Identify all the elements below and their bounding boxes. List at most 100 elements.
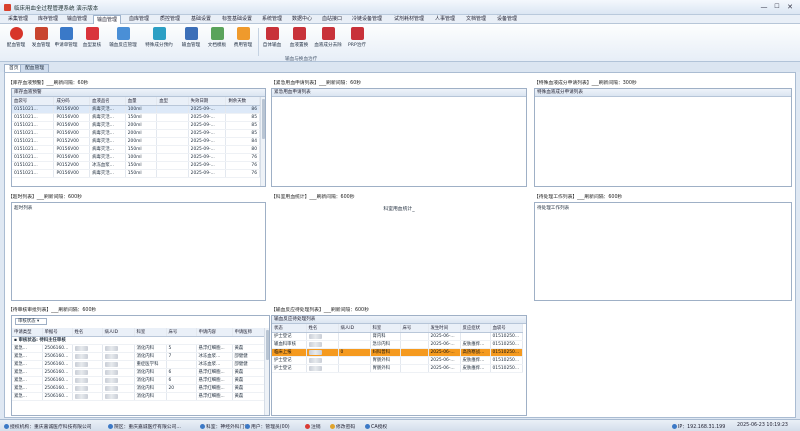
column-header[interactable]: 血型 <box>156 97 189 106</box>
menu-item[interactable]: 标签基础设置 <box>217 15 257 24</box>
table-row[interactable]: 0151021... P0152V00 病毒灭活... 200ml 2025-09-..… <box>12 137 260 146</box>
table-row[interactable]: 护士登记████ 肾内科 2025-06-... 01510250... <box>272 332 523 341</box>
table-row[interactable]: 0151021... P0156V00 病毒灭活... 200ml 2025-09-..… <box>12 121 260 130</box>
table-row[interactable]: 紧急...2506160...████████消化内科6悬浮红细胞...黄磊 <box>12 368 266 377</box>
menu-item[interactable]: 设备管理 <box>492 15 522 24</box>
column-header[interactable]: 病人ID <box>102 328 135 337</box>
column-header[interactable]: 姓名 <box>72 328 103 337</box>
table-row[interactable]: 紧急...2506160...████████消化内科20悬浮红细胞...黄磊 <box>12 384 266 393</box>
column-header[interactable]: 申请内容 <box>196 328 233 337</box>
document-icon <box>59 27 73 40</box>
component-removal-button[interactable]: 血液成分去除 <box>313 27 343 55</box>
tab-crossmatch[interactable]: 配血管理 <box>20 64 50 72</box>
table-row[interactable]: 0151021... P0156V00 病毒灭活... 150ml 2025-09-..… <box>12 145 260 154</box>
menu-item[interactable]: 冷链设备管理 <box>347 15 387 24</box>
table-row[interactable]: 0151021... P0156V00 病毒灭活... 150ml 2025-09-..… <box>12 169 260 178</box>
column-header[interactable]: 申请类型 <box>12 328 43 337</box>
crossmatch-button[interactable]: 配血管理 <box>4 27 28 55</box>
column-header[interactable]: 成分码 <box>53 97 91 106</box>
column-header[interactable]: 床号 <box>166 328 197 337</box>
menu-item[interactable]: 试剂耗材管理 <box>389 15 429 24</box>
table-cell: 80 <box>225 145 260 154</box>
table-row[interactable]: 0151021... P0156V00 病毒灭活... 150ml 2025-09-..… <box>12 113 260 122</box>
maximize-button[interactable]: ☐ <box>771 2 783 12</box>
transfusion-manage-button[interactable]: 输血管理 <box>179 27 203 55</box>
network-icon <box>672 424 677 429</box>
table-cell <box>156 153 189 162</box>
menu-item[interactable]: 人事管理 <box>430 15 460 24</box>
minimize-button[interactable]: — <box>758 2 770 12</box>
menu-item[interactable]: 血站接口 <box>318 15 346 24</box>
group-row[interactable]: ▪ 审核状态: 待科主任审核 <box>12 336 266 345</box>
table-cell: 84 <box>225 137 260 146</box>
column-header[interactable]: 血袋号 <box>12 97 55 106</box>
menu-item[interactable]: 采集管理 <box>4 15 32 24</box>
column-header[interactable]: 血液品名 <box>89 97 126 106</box>
column-header[interactable]: 状态 <box>272 324 307 333</box>
vertical-scrollbar[interactable] <box>260 97 265 186</box>
dispense-button[interactable]: 发血管理 <box>29 27 53 55</box>
special-component-button[interactable]: 特殊成分预约 <box>143 27 175 55</box>
column-header[interactable]: 血袋号 <box>490 324 523 333</box>
column-header[interactable]: 姓名 <box>306 324 339 333</box>
column-header[interactable]: 床号 <box>400 324 429 333</box>
table-cell: 0151021... <box>12 169 55 178</box>
column-header[interactable]: 失效日期 <box>188 97 227 106</box>
table-cell: ████ <box>72 384 103 393</box>
menu-item[interactable]: 血库管理 <box>124 15 154 24</box>
column-header[interactable]: 病人ID <box>338 324 371 333</box>
table-cell <box>156 145 189 154</box>
fee-manage-button[interactable]: 费用管理 <box>231 27 255 55</box>
ca-auth-link[interactable]: CA授权 <box>365 423 387 430</box>
blood-type-recheck-button[interactable]: 血型复核 <box>80 27 104 55</box>
table-row[interactable]: 紧急...2506160...████████消化内科悬浮红细胞...黄磊 <box>12 392 266 401</box>
collapse-icon[interactable]: ▪ <box>14 338 17 343</box>
table-row[interactable]: 0151021... P0156V00 病毒灭活... 100ml 2025-09-..… <box>12 153 260 162</box>
request-form-button[interactable]: 申请单管理 <box>54 27 78 55</box>
table-cell: 皮肤瘙痒... <box>460 356 491 365</box>
table-row[interactable]: 0151021... P0156V00 病毒灭活... 100ml 2025-09-..… <box>12 105 260 114</box>
vertical-scrollbar[interactable] <box>264 328 269 415</box>
doc-template-button[interactable]: 文档模板 <box>205 27 229 55</box>
close-button[interactable]: ✕ <box>784 2 796 12</box>
table-cell <box>166 392 197 401</box>
autologous-button[interactable]: 自体输血 <box>260 27 284 55</box>
table-row[interactable]: 紧急...2506160...████████消化内科6悬浮红细胞...黄磊 <box>12 376 266 385</box>
table-row[interactable]: 紧急...2506160...████████消化内科7冰冻血浆...卲健健 <box>12 352 266 361</box>
table-cell <box>156 169 189 178</box>
column-header[interactable]: 反应症状 <box>460 324 491 333</box>
prp-therapy-button[interactable]: PRP治疗 <box>345 27 369 55</box>
table-row[interactable]: 紧急...2506160...████████重症医学科冰冻血浆...卲健健 <box>12 360 266 369</box>
menu-item[interactable]: 文档管理 <box>461 15 491 24</box>
blood-exchange-button[interactable]: 血液置换 <box>287 27 311 55</box>
table-row[interactable]: 临床上报████ 0妇科普科 2025-06-...高热寒战...01510250.… <box>272 348 523 357</box>
overdue-panel: 【超时列表】___刷新间隔：600秒 超时列表 <box>8 193 266 301</box>
menu-item[interactable]: 库存管理 <box>34 15 62 24</box>
table-row[interactable]: 0151021... P0156V00 病毒灭活... 200ml 2025-09-..… <box>12 129 260 138</box>
audit-status-filter[interactable]: 审核状态 ▾ <box>15 318 47 325</box>
table-row[interactable]: 紧急...2506160...████████消化内科5悬浮红细胞...黄磊 <box>12 344 266 353</box>
table-cell: 6 <box>166 368 197 377</box>
logout-link[interactable]: 注销 <box>305 423 321 430</box>
column-header[interactable]: 科室 <box>370 324 401 333</box>
menu-item[interactable]: 基础设置 <box>186 15 216 24</box>
column-header[interactable]: 科室 <box>134 328 167 337</box>
menu-item[interactable]: 输血管理 <box>62 15 92 24</box>
change-password-link[interactable]: 修改密码 <box>330 423 355 430</box>
table-row[interactable]: 护士登记████ 胃肠外科 2025-06-...皮肤瘙痒...01510250..… <box>272 356 523 365</box>
table-row[interactable]: 护士登记████ 胃肠外科 2025-06-...皮肤瘙痒...01510250..… <box>272 364 523 373</box>
column-header[interactable]: 单据号 <box>42 328 73 337</box>
document-tabs: 首页 配血管理 <box>0 62 800 72</box>
column-header[interactable]: 申请医师 <box>232 328 266 337</box>
column-header[interactable]: 发生时间 <box>428 324 461 333</box>
column-header[interactable]: 血量 <box>125 97 158 106</box>
menu-item[interactable]: 质控管理 <box>155 15 185 24</box>
transfusion-reaction-button[interactable]: 输血反应管理 <box>108 27 138 55</box>
table-cell: 0151021... <box>12 153 55 162</box>
menu-item[interactable]: 系统管理 <box>258 15 286 24</box>
table-row[interactable]: 输血科审核████ 急诊内科 2025-06-...皮肤瘙痒...01510250.… <box>272 340 523 349</box>
column-header[interactable]: 剩余天数 <box>225 97 260 106</box>
menu-item[interactable]: 数据中心 <box>288 15 316 24</box>
table-row[interactable]: 0151021... P0152V00 冰冻血浆... 150ml 2025-09-..… <box>12 161 260 170</box>
table-cell: 胃肠外科 <box>370 356 401 365</box>
